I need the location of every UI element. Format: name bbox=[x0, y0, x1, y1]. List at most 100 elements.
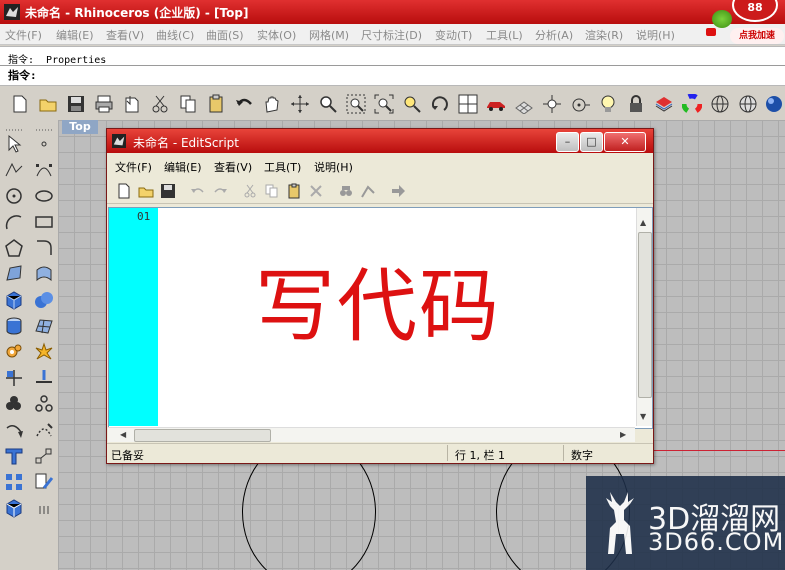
open-file-icon[interactable] bbox=[38, 94, 58, 114]
undo-icon[interactable] bbox=[190, 183, 206, 199]
curve-from-object-icon[interactable] bbox=[4, 420, 24, 440]
snap-icon[interactable] bbox=[542, 94, 562, 114]
es-menu-file[interactable]: 文件(F) bbox=[115, 159, 152, 175]
arc-icon[interactable] bbox=[4, 212, 24, 232]
copy-icon[interactable] bbox=[264, 183, 280, 199]
speed-badge[interactable]: 88 点我加速 bbox=[706, 0, 785, 46]
point-icon[interactable] bbox=[34, 134, 54, 154]
rendered-sphere-icon[interactable] bbox=[764, 94, 784, 114]
wireframe-icon[interactable] bbox=[710, 94, 730, 114]
boost-button[interactable]: 点我加速 bbox=[730, 28, 784, 44]
layer-icon[interactable] bbox=[654, 94, 674, 114]
dimension-icon[interactable] bbox=[34, 446, 54, 466]
explode-icon[interactable] bbox=[34, 342, 54, 362]
rotate-view-icon[interactable] bbox=[290, 94, 310, 114]
editscript-window[interactable]: 未命名 - EditScript – □ ✕ 文件(F) 编辑(E) 查看(V)… bbox=[106, 128, 654, 464]
select-arrow-icon[interactable] bbox=[4, 134, 24, 154]
command-prompt[interactable]: 指令: bbox=[8, 67, 37, 83]
close-button[interactable]: ✕ bbox=[604, 132, 646, 152]
toolbar-more-icon[interactable] bbox=[34, 498, 54, 518]
print-icon[interactable] bbox=[94, 94, 114, 114]
rotate-icon[interactable] bbox=[430, 94, 450, 114]
points-on-icon[interactable] bbox=[34, 394, 54, 414]
run-arrow-icon[interactable] bbox=[390, 183, 406, 199]
zoom-icon[interactable] bbox=[318, 94, 338, 114]
fillet-curve-icon[interactable] bbox=[34, 238, 54, 258]
menu-surface[interactable]: 曲面(S) bbox=[206, 27, 244, 43]
menu-curve[interactable]: 曲线(C) bbox=[156, 27, 194, 43]
es-menu-view[interactable]: 查看(V) bbox=[214, 159, 252, 175]
undo-icon[interactable] bbox=[234, 94, 254, 114]
group-icon[interactable] bbox=[4, 394, 24, 414]
array-icon[interactable] bbox=[4, 472, 24, 492]
es-menu-edit[interactable]: 编辑(E) bbox=[164, 159, 202, 175]
menu-mesh[interactable]: 网格(M) bbox=[309, 27, 349, 43]
box-solid-icon[interactable] bbox=[4, 290, 24, 310]
scroll-down-icon[interactable]: ▼ bbox=[640, 412, 646, 421]
menu-help[interactable]: 说明(H) bbox=[636, 27, 675, 43]
cut-icon[interactable] bbox=[150, 94, 170, 114]
color-wheel-icon[interactable] bbox=[682, 94, 702, 114]
paste-icon[interactable] bbox=[286, 183, 302, 199]
menu-render[interactable]: 渲染(R) bbox=[585, 27, 623, 43]
ellipse-icon[interactable] bbox=[34, 186, 54, 206]
zoom-window-icon[interactable] bbox=[346, 94, 366, 114]
save-icon[interactable] bbox=[66, 94, 86, 114]
horizontal-scrollbar[interactable]: ◀ ▶ bbox=[108, 427, 635, 442]
viewport-label[interactable]: Top bbox=[62, 120, 98, 134]
split-icon[interactable] bbox=[34, 368, 54, 388]
new-file-icon[interactable] bbox=[116, 183, 132, 199]
import-icon[interactable] bbox=[122, 94, 142, 114]
replace-icon[interactable] bbox=[360, 183, 376, 199]
transform-gear-icon[interactable] bbox=[4, 342, 24, 362]
save-icon[interactable] bbox=[160, 183, 176, 199]
cylinder-icon[interactable] bbox=[4, 316, 24, 336]
cut-icon[interactable] bbox=[242, 183, 258, 199]
edit-points-icon[interactable] bbox=[34, 420, 54, 440]
grid-icon[interactable] bbox=[514, 94, 534, 114]
render-box-icon[interactable] bbox=[4, 498, 24, 518]
es-menu-tools[interactable]: 工具(T) bbox=[264, 159, 301, 175]
surface-corner-icon[interactable] bbox=[4, 264, 24, 284]
pan-hand-icon[interactable] bbox=[262, 94, 282, 114]
vertical-scrollbar[interactable]: ▲ ▼ bbox=[636, 208, 652, 426]
mesh-icon[interactable] bbox=[34, 316, 54, 336]
paste-icon[interactable] bbox=[206, 94, 226, 114]
code-editor[interactable]: 01 写代码 ▲ ▼ bbox=[108, 207, 653, 429]
shaded-icon[interactable] bbox=[738, 94, 758, 114]
horizontal-scroll-thumb[interactable] bbox=[134, 429, 271, 442]
rhino-app-icon[interactable] bbox=[4, 4, 20, 20]
copy-icon[interactable] bbox=[178, 94, 198, 114]
light-icon[interactable] bbox=[598, 94, 618, 114]
polygon-icon[interactable] bbox=[4, 238, 24, 258]
lock-icon[interactable] bbox=[626, 94, 646, 114]
curve-cv-icon[interactable] bbox=[34, 160, 54, 180]
zoom-extents-icon[interactable] bbox=[374, 94, 394, 114]
menu-view[interactable]: 查看(V) bbox=[106, 27, 144, 43]
boolean-union-icon[interactable] bbox=[34, 290, 54, 310]
editscript-title-bar[interactable]: 未命名 - EditScript – □ ✕ bbox=[107, 129, 653, 153]
menu-analyze[interactable]: 分析(A) bbox=[535, 27, 573, 43]
menu-file[interactable]: 文件(F) bbox=[5, 27, 42, 43]
find-icon[interactable] bbox=[338, 183, 354, 199]
car-render-icon[interactable] bbox=[486, 94, 506, 114]
scroll-right-icon[interactable]: ▶ bbox=[620, 430, 626, 439]
scroll-left-icon[interactable]: ◀ bbox=[120, 430, 126, 439]
four-viewports-icon[interactable] bbox=[458, 94, 478, 114]
menu-edit[interactable]: 编辑(E) bbox=[56, 27, 94, 43]
maximize-button[interactable]: □ bbox=[580, 132, 603, 152]
menu-dimension[interactable]: 尺寸标注(D) bbox=[361, 27, 422, 43]
open-file-icon[interactable] bbox=[138, 183, 154, 199]
trim-icon[interactable] bbox=[4, 368, 24, 388]
menu-transform[interactable]: 变动(T) bbox=[435, 27, 472, 43]
text-icon[interactable] bbox=[4, 446, 24, 466]
menu-solid[interactable]: 实体(O) bbox=[257, 27, 296, 43]
rectangle-icon[interactable] bbox=[34, 212, 54, 232]
zoom-selected-icon[interactable] bbox=[402, 94, 422, 114]
extrude-surface-icon[interactable] bbox=[34, 264, 54, 284]
new-file-icon[interactable] bbox=[10, 94, 30, 114]
vertical-scroll-thumb[interactable] bbox=[638, 232, 652, 398]
circle-icon[interactable] bbox=[4, 186, 24, 206]
redo-icon[interactable] bbox=[212, 183, 228, 199]
polyline-icon[interactable] bbox=[4, 160, 24, 180]
